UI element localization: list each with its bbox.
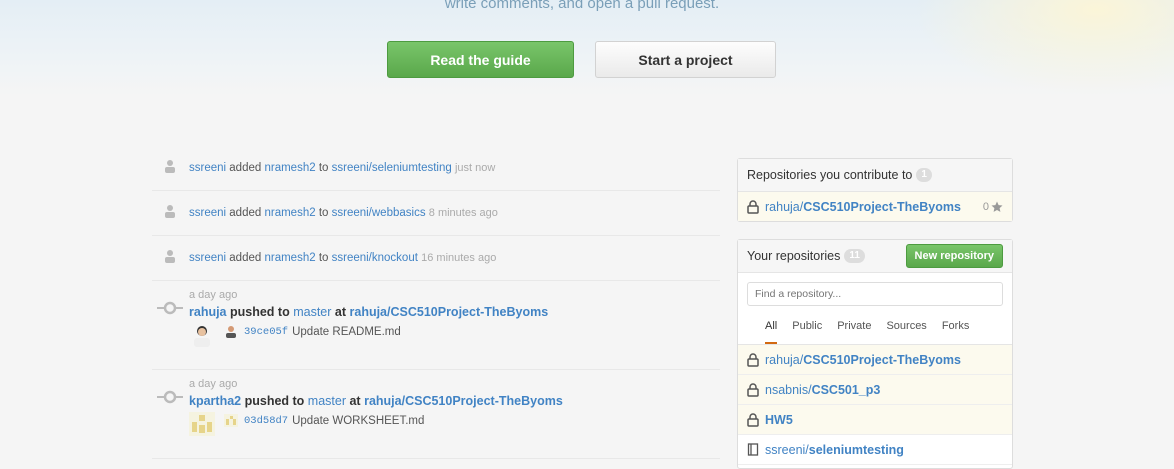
- user-icon: [165, 250, 175, 263]
- verb-text: pushed to: [230, 305, 290, 319]
- verb-text: pushed to: [244, 394, 305, 408]
- repo-list-item[interactable]: HW5: [738, 405, 1012, 435]
- your-repos-count: 11: [844, 249, 865, 263]
- verb-text: added: [229, 252, 262, 264]
- contribute-repos-count: 1: [916, 168, 932, 182]
- actor-link[interactable]: ssreeni: [189, 207, 226, 219]
- repo-link[interactable]: ssreeni/seleniumtesting: [332, 162, 452, 174]
- branch-link[interactable]: master: [308, 394, 346, 408]
- repo-filter-tabs: All Public Private Sources Forks: [738, 312, 1012, 345]
- prep-text: to: [318, 162, 329, 174]
- contribute-repos-box: Repositories you contribute to 1 rahuja/…: [737, 158, 1013, 222]
- repo-link[interactable]: rahuja/CSC510Project-TheByoms: [350, 305, 549, 319]
- star-count: 0: [983, 201, 1003, 213]
- avatar[interactable]: [189, 323, 215, 347]
- commit-message: Update README.md: [292, 325, 401, 338]
- timestamp: 16 minutes ago: [421, 252, 497, 264]
- tab-sources[interactable]: Sources: [886, 312, 926, 344]
- your-repos-box: Your repositories 11 New repository All …: [737, 239, 1013, 469]
- branch-link[interactable]: master: [293, 305, 331, 319]
- repo-link[interactable]: nsabnis/CSC501_p3: [765, 383, 880, 397]
- push-feed-item: a day ago rahuja pushed to master at rah…: [152, 281, 720, 370]
- repo-link[interactable]: ssreeni/knockout: [332, 252, 418, 264]
- avatar-small[interactable]: [224, 325, 238, 338]
- prep-text: to: [318, 252, 329, 264]
- news-feed: ssreeni added nramesh2 to ssreeni/seleni…: [152, 146, 720, 459]
- repo-link[interactable]: ssreeni/seleniumtesting: [765, 443, 904, 457]
- prep-text: to: [318, 207, 329, 219]
- feed-item: ssreeni added nramesh2 to ssreeni/webbas…: [152, 191, 720, 236]
- at-text: at: [334, 305, 347, 319]
- your-repos-header: Your repositories 11 New repository: [738, 240, 1012, 273]
- repo-list-item[interactable]: nsabnis/CSC501_p3: [738, 375, 1012, 405]
- repo-link[interactable]: HW5: [765, 413, 793, 427]
- hero-subtitle: write comments, and open a pull request.: [444, 0, 720, 12]
- at-text: at: [349, 394, 361, 408]
- read-guide-button[interactable]: Read the guide: [387, 41, 574, 78]
- contribute-repos-header: Repositories you contribute to 1: [738, 159, 1012, 192]
- lock-icon: [747, 412, 759, 427]
- commit-sha-link[interactable]: 39ce05f: [244, 326, 288, 338]
- target-user-link[interactable]: nramesh2: [264, 207, 315, 219]
- repo-link[interactable]: rahuja/CSC510Project-TheByoms: [765, 200, 961, 214]
- identicon-avatar-small[interactable]: [224, 414, 238, 427]
- your-repos-title: Your repositories: [747, 249, 841, 263]
- feed-item: ssreeni added nramesh2 to ssreeni/knocko…: [152, 236, 720, 281]
- lock-icon: [747, 199, 759, 214]
- timestamp: 8 minutes ago: [428, 207, 498, 219]
- repo-link[interactable]: rahuja/CSC510Project-TheByoms: [364, 394, 563, 408]
- new-repository-button[interactable]: New repository: [905, 244, 1003, 268]
- repo-link[interactable]: rahuja/CSC510Project-TheByoms: [765, 353, 961, 367]
- timestamp: just now: [454, 162, 496, 174]
- repo-link[interactable]: ssreeni/webbasics: [332, 207, 426, 219]
- tab-forks[interactable]: Forks: [942, 312, 970, 344]
- repo-list-item[interactable]: rahuja/CSC510Project-TheByoms 0: [738, 192, 1012, 221]
- timestamp: a day ago: [189, 378, 238, 390]
- hero-glow: [914, 0, 1174, 96]
- repo-list-item[interactable]: ssreeni/seleniumtesting: [738, 435, 1012, 465]
- feed-item: ssreeni added nramesh2 to ssreeni/seleni…: [152, 146, 720, 191]
- contribute-repos-title: Repositories you contribute to: [747, 168, 913, 182]
- start-project-button[interactable]: Start a project: [595, 41, 776, 78]
- tab-public[interactable]: Public: [792, 312, 822, 344]
- timestamp: a day ago: [189, 289, 238, 301]
- commit-sha-link[interactable]: 03d58d7: [244, 415, 288, 427]
- star-icon: [991, 201, 1003, 212]
- commit-message: Update WORKSHEET.md: [292, 414, 425, 427]
- tab-private[interactable]: Private: [837, 312, 871, 344]
- repo-list-item[interactable]: rahuja/CSC510Project-TheByoms: [738, 345, 1012, 375]
- commit-icon: [157, 390, 183, 404]
- target-user-link[interactable]: nramesh2: [264, 162, 315, 174]
- verb-text: added: [229, 162, 262, 174]
- repo-icon: [747, 442, 759, 456]
- lock-icon: [747, 352, 759, 367]
- actor-link[interactable]: kpartha2: [189, 394, 241, 408]
- user-icon: [165, 160, 175, 173]
- repo-search-input[interactable]: [747, 282, 1003, 306]
- lock-icon: [747, 382, 759, 397]
- actor-link[interactable]: ssreeni: [189, 162, 226, 174]
- verb-text: added: [229, 207, 262, 219]
- target-user-link[interactable]: nramesh2: [264, 252, 315, 264]
- tab-all[interactable]: All: [765, 312, 778, 344]
- actor-link[interactable]: ssreeni: [189, 252, 226, 264]
- hero-banner: write comments, and open a pull request.…: [0, 0, 1174, 96]
- commit-icon: [157, 301, 183, 315]
- actor-link[interactable]: rahuja: [189, 305, 227, 319]
- user-icon: [165, 205, 175, 218]
- push-feed-item: a day ago kpartha2 pushed to master at r…: [152, 370, 720, 459]
- identicon-avatar[interactable]: [189, 412, 215, 436]
